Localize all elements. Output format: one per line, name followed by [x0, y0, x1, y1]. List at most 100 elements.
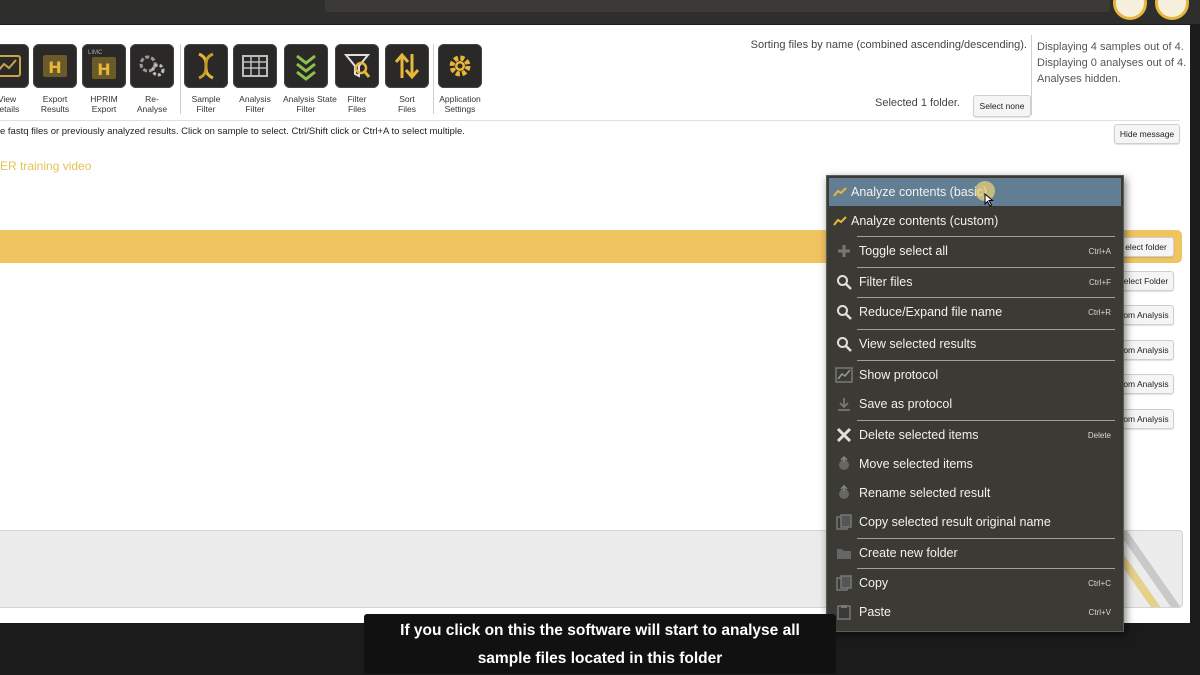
menu-item-rename-selected[interactable]: Rename selected result	[829, 479, 1121, 507]
toolbar-hprim-export[interactable]: LIMC H HPRIM Export	[81, 44, 127, 114]
training-video-link[interactable]: ER training video	[0, 159, 91, 173]
menu-item-label: Copy selected result original name	[859, 515, 1051, 529]
menu-item-toggle-select-all[interactable]: Toggle select all Ctrl+A	[829, 237, 1121, 265]
search-icon	[829, 336, 859, 352]
save-icon	[829, 396, 859, 412]
menu-item-analyze-custom[interactable]: Analyze contents (custom)	[829, 207, 1121, 235]
toolbar-label: Sort Files	[398, 94, 416, 114]
context-menu: Analyze contents (basic) Analyze content…	[826, 175, 1124, 632]
menu-shortcut: Ctrl+F	[1089, 277, 1111, 287]
menu-item-copy-original-name[interactable]: Copy selected result original name	[829, 508, 1121, 536]
menu-item-label: Rename selected result	[859, 486, 991, 500]
menu-item-delete-selected[interactable]: Delete selected items Delete	[829, 421, 1121, 449]
toolbar-sample-filter[interactable]: Sample Filter	[183, 44, 229, 114]
row-custom-analysis-button[interactable]: om Analysis	[1118, 409, 1174, 429]
sample-filter-icon	[184, 44, 228, 88]
menu-item-filter-files[interactable]: Filter files Ctrl+F	[829, 268, 1121, 296]
toolbar-filter-files[interactable]: Filter Files	[334, 44, 380, 114]
displaying-samples: Displaying 4 samples out of 4.	[1037, 41, 1184, 53]
caption-line-2: sample files located in this folder	[477, 650, 723, 667]
top-title-bar	[325, 0, 1110, 12]
menu-item-create-folder[interactable]: Create new folder	[829, 539, 1121, 567]
menu-item-label: Show protocol	[859, 368, 939, 382]
toolbar-label: Analysis State Filter	[283, 94, 337, 114]
row-custom-analysis-button[interactable]: om Analysis	[1118, 340, 1174, 360]
menu-item-label: Paste	[859, 605, 891, 619]
menu-item-reduce-expand[interactable]: Reduce/Expand file name Ctrl+R	[829, 298, 1121, 326]
toolbar-reanalyse[interactable]: Re- Analyse	[129, 44, 175, 114]
export-results-icon: H	[33, 44, 77, 88]
row-custom-analysis-button[interactable]: om Analysis	[1118, 305, 1174, 325]
toolbar-label: Re- Analyse	[136, 94, 168, 114]
caption-line-1: If you click on this the software will s…	[400, 622, 800, 639]
menu-shortcut: Ctrl+V	[1088, 607, 1111, 617]
sorting-status: Sorting files by name (combined ascendin…	[750, 39, 1027, 51]
toolbar-separator	[180, 44, 181, 114]
row-custom-analysis-button[interactable]: om Analysis	[1118, 374, 1174, 394]
selection-status: Selected 1 folder.	[874, 97, 960, 109]
video-caption: If you click on this the software will s…	[364, 614, 836, 674]
toolbar-label: View details	[0, 94, 20, 114]
menu-item-label: Analyze contents (basic)	[851, 185, 988, 199]
help-message: e fastq files or previously analyzed res…	[0, 126, 465, 137]
top-right-button-2[interactable]	[1155, 0, 1189, 20]
filter-files-icon	[335, 44, 379, 88]
toolbar-sort-files[interactable]: Sort Files	[384, 44, 430, 114]
menu-item-label: Create new folder	[859, 546, 958, 560]
analyses-hidden: Analyses hidden.	[1037, 73, 1121, 85]
reanalyse-icon	[130, 44, 174, 88]
toolbar-label: Application Settings	[439, 94, 481, 114]
row-select-folder-button[interactable]: elect folder	[1118, 237, 1174, 257]
menu-item-show-protocol[interactable]: Show protocol	[829, 361, 1121, 389]
search-icon	[829, 304, 859, 320]
menu-shortcut: Ctrl+R	[1088, 307, 1111, 317]
toolbar-label: HPRIM Export	[90, 94, 118, 114]
toolbar-label: Sample Filter	[191, 94, 221, 114]
toolbar-analysis-state-filter[interactable]: Analysis State Filter	[283, 44, 337, 114]
menu-item-label: View selected results	[859, 337, 977, 351]
menu-shortcut: Delete	[1087, 430, 1111, 440]
menu-item-label: Save as protocol	[859, 397, 953, 411]
menu-item-view-selected-results[interactable]: View selected results	[829, 330, 1121, 358]
menu-item-label: Analyze contents (custom)	[851, 214, 999, 228]
copy-icon	[829, 575, 859, 591]
toolbar-application-settings[interactable]: Application Settings	[437, 44, 483, 114]
menu-item-copy[interactable]: Copy Ctrl+C	[829, 569, 1121, 597]
search-icon	[829, 274, 859, 290]
menu-item-label: Toggle select all	[859, 244, 948, 258]
analysis-filter-icon	[233, 44, 277, 88]
row-select-folder-button[interactable]: elect Folder	[1118, 271, 1174, 291]
toolbar-label: Analysis Filter	[239, 94, 271, 114]
window-top-bar	[0, 0, 1200, 24]
folder-icon	[829, 546, 859, 560]
menu-item-label: Copy	[859, 576, 889, 590]
toolbar-export-results[interactable]: H Export Results	[32, 44, 78, 114]
gear-icon	[438, 44, 482, 88]
menu-item-save-as-protocol[interactable]: Save as protocol	[829, 390, 1121, 418]
menu-item-label: Delete selected items	[859, 428, 979, 442]
protocol-icon	[829, 367, 859, 383]
select-none-button[interactable]: Select none	[973, 95, 1031, 117]
sort-files-icon	[385, 44, 429, 88]
menu-item-label: Move selected items	[859, 457, 973, 471]
view-details-icon	[0, 44, 29, 88]
menu-item-label: Filter files	[859, 275, 913, 289]
toolbar-label: Export Results	[40, 94, 70, 114]
toggle-select-icon	[829, 244, 859, 258]
toolbar-view-details[interactable]: View details	[0, 44, 30, 114]
delete-icon	[829, 427, 859, 443]
toolbar-separator	[433, 44, 434, 114]
copy-name-icon	[829, 514, 859, 530]
hide-message-button[interactable]: Hide message	[1114, 124, 1180, 144]
mouse-pointer-icon	[984, 192, 994, 212]
toolbar-bottom-divider	[0, 120, 1180, 121]
analyze-basic-icon	[829, 186, 851, 198]
status-divider	[1031, 35, 1032, 115]
toolbar-analysis-filter[interactable]: Analysis Filter	[232, 44, 278, 114]
menu-shortcut: Ctrl+A	[1088, 246, 1111, 256]
menu-shortcut: Ctrl+C	[1088, 578, 1111, 588]
svg-text:H: H	[48, 58, 61, 77]
menu-item-paste[interactable]: Paste Ctrl+V	[829, 598, 1121, 626]
top-right-button-1[interactable]	[1113, 0, 1147, 20]
menu-item-move-selected[interactable]: Move selected items	[829, 450, 1121, 478]
